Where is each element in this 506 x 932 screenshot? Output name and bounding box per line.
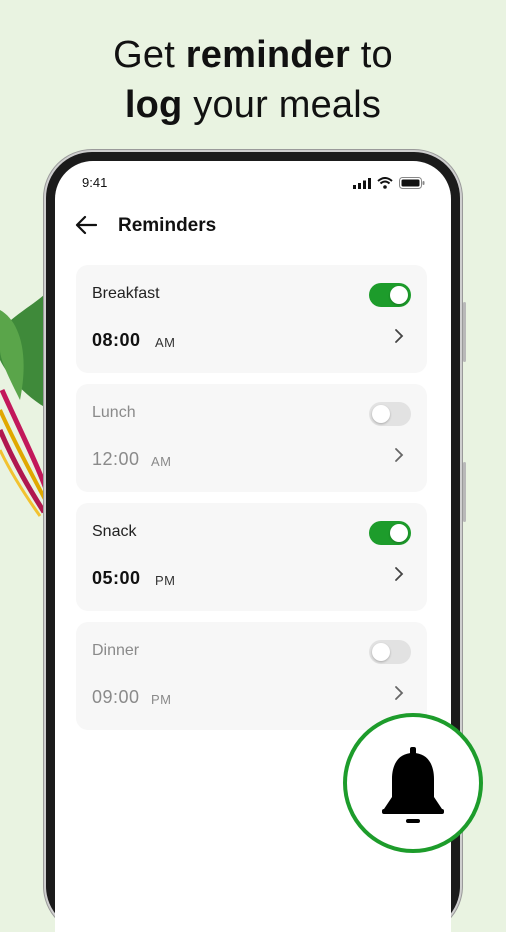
- reminder-ampm: PM: [151, 692, 172, 707]
- headline: Get reminder to log your meals: [0, 30, 506, 130]
- chevron-right-icon[interactable]: [393, 565, 405, 583]
- phone-side-button: [463, 462, 466, 522]
- reminder-ampm: AM: [151, 454, 172, 469]
- phone-side-button: [463, 302, 466, 362]
- reminder-ampm: PM: [155, 573, 176, 588]
- status-time: 9:41: [82, 175, 108, 190]
- headline-text: your meals: [182, 84, 382, 126]
- app-bar: Reminders: [55, 205, 451, 249]
- reminder-label: Lunch: [92, 404, 136, 421]
- headline-line-2: log your meals: [0, 80, 506, 130]
- reminder-time: 12:00: [92, 449, 140, 469]
- wifi-icon: [377, 177, 393, 189]
- headline-text: to: [349, 34, 393, 76]
- reminder-card-snack[interactable]: Snack 05:00 PM: [76, 503, 427, 611]
- headline-line-1: Get reminder to: [0, 30, 506, 80]
- page-title: Reminders: [118, 215, 217, 236]
- bell-icon: [382, 747, 444, 823]
- status-bar: 9:41: [55, 161, 451, 201]
- status-icons: [353, 177, 425, 189]
- reminder-card-dinner[interactable]: Dinner 09:00 PM: [76, 622, 427, 730]
- signal-icon: [353, 177, 371, 189]
- toggle-knob: [372, 643, 390, 661]
- bell-badge: [343, 713, 483, 853]
- battery-icon: [399, 177, 425, 189]
- chevron-right-icon[interactable]: [393, 684, 405, 702]
- chevron-right-icon[interactable]: [393, 327, 405, 345]
- reminder-time: 05:00: [92, 568, 141, 588]
- reminder-label: Snack: [92, 523, 137, 540]
- toggle-knob: [390, 286, 408, 304]
- reminder-toggle[interactable]: [369, 283, 411, 307]
- reminder-ampm: AM: [155, 335, 176, 350]
- reminder-toggle[interactable]: [369, 521, 411, 545]
- toggle-knob: [372, 405, 390, 423]
- arrow-left-icon[interactable]: [75, 215, 97, 235]
- reminder-toggle[interactable]: [369, 402, 411, 426]
- reminder-toggle[interactable]: [369, 640, 411, 664]
- headline-bold-text: log: [124, 84, 183, 126]
- reminder-card-breakfast[interactable]: Breakfast 08:00 AM: [76, 265, 427, 373]
- reminder-time: 09:00: [92, 687, 140, 707]
- headline-bold-text: reminder: [185, 34, 350, 76]
- headline-text: Get: [113, 34, 186, 76]
- reminder-time: 08:00: [92, 330, 141, 350]
- reminder-label: Dinner: [92, 642, 140, 659]
- reminder-label: Breakfast: [92, 285, 160, 302]
- chevron-right-icon[interactable]: [393, 446, 405, 464]
- toggle-knob: [390, 524, 408, 542]
- reminder-card-lunch[interactable]: Lunch 12:00 AM: [76, 384, 427, 492]
